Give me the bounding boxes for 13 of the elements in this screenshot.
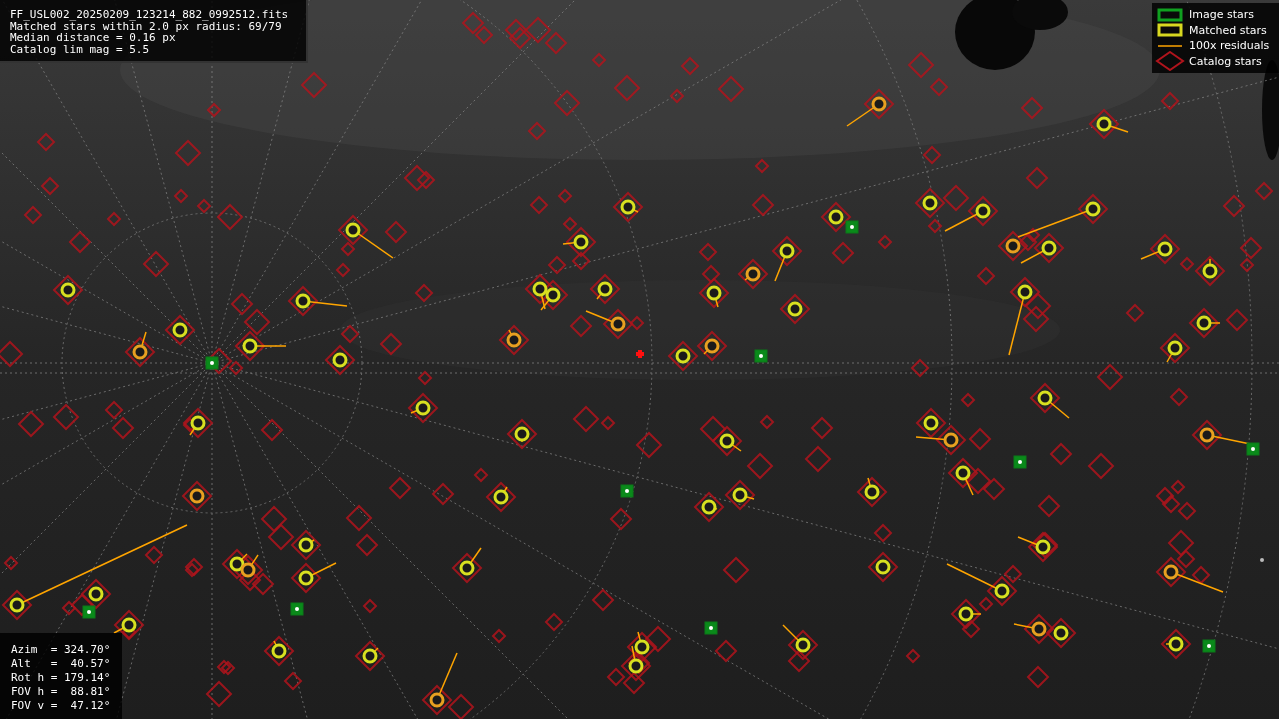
legend-label: Matched stars	[1189, 23, 1267, 37]
pointing-text: Azim = 324.70°	[11, 643, 112, 657]
pointing-text: FOV h = 88.81°	[11, 685, 112, 699]
info-text: FF_USL002_20250209_123214_882_0992512.fits	[10, 9, 290, 21]
info-text: Catalog lim mag = 5.5	[10, 43, 151, 55]
pointing-text: Alt = 40.57°	[11, 657, 112, 671]
pointing-text: FOV v = 47.12°	[11, 699, 112, 713]
legend-label: 100x residuals	[1189, 39, 1270, 53]
info-text: Median distance = 0.16 px	[10, 32, 176, 44]
info-text: Matched stars within 2.0 px radius: 69/79	[10, 20, 282, 32]
legend-label: Image stars	[1189, 8, 1254, 22]
pointing-text: Rot h = 179.14°	[11, 671, 112, 685]
legend-label: Catalog stars	[1189, 54, 1262, 68]
